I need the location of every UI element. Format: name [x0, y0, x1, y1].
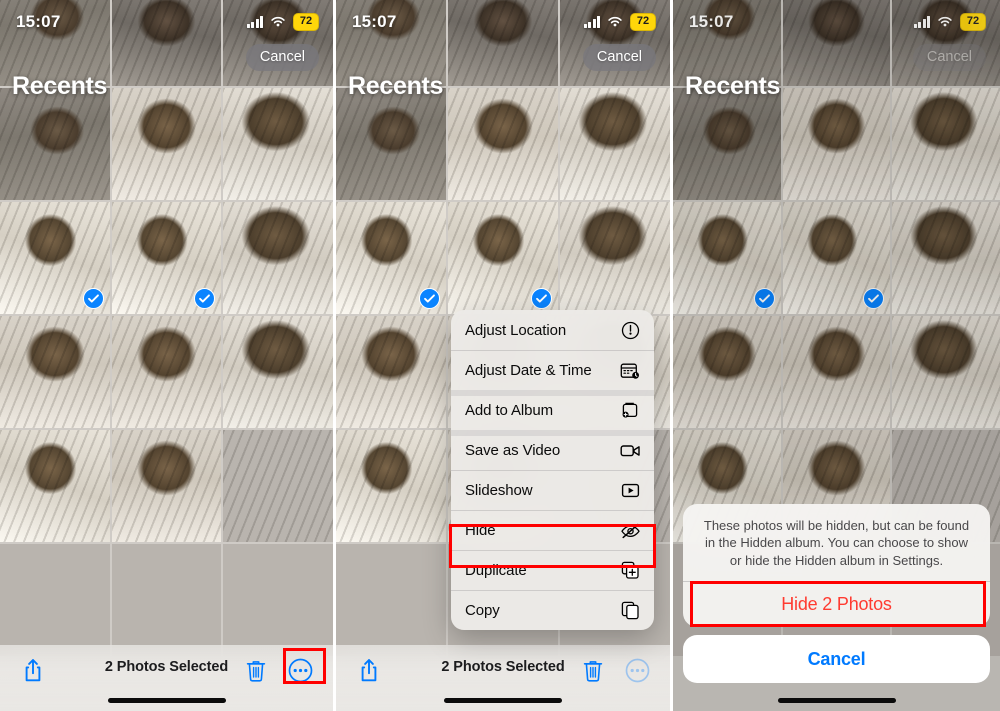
selection-check-icon — [753, 288, 775, 309]
video-camera-icon — [619, 439, 641, 461]
menu-item-label: Duplicate — [465, 561, 527, 579]
menu-item-hide[interactable]: Hide — [451, 510, 654, 550]
photo-thumbnail[interactable] — [448, 88, 558, 200]
photo-thumbnail-selected[interactable] — [111, 202, 222, 314]
photo-thumbnail[interactable] — [223, 0, 333, 86]
menu-item-slideshow[interactable]: Slideshow — [451, 470, 654, 510]
photo-thumbnail[interactable] — [336, 430, 446, 542]
home-indicator — [107, 698, 226, 703]
photo-thumbnail[interactable] — [673, 88, 781, 200]
eye-slash-icon — [619, 519, 641, 541]
action-sheet-card: These photos will be hidden, but can be … — [683, 504, 990, 627]
menu-item-label: Hide — [465, 521, 496, 539]
more-ellipsis-icon[interactable] — [622, 655, 652, 685]
selection-check-icon — [419, 288, 440, 309]
menu-item-add-to-album[interactable]: Add to Album — [451, 390, 654, 430]
menu-item-save-as-video[interactable]: Save as Video — [451, 430, 654, 470]
photo-thumbnail[interactable] — [892, 0, 1000, 86]
photo-thumbnail[interactable] — [673, 316, 781, 428]
panel-menu: 15:07 72 Cancel Recents Adjust Location … — [333, 0, 670, 711]
photo-thumbnail[interactable] — [111, 430, 222, 542]
photo-thumbnail[interactable] — [223, 88, 333, 200]
duplicate-icon — [619, 559, 641, 581]
photo-grid — [0, 0, 333, 711]
menu-item-duplicate[interactable]: Duplicate — [451, 550, 654, 590]
menu-item-label: Add to Album — [465, 401, 554, 419]
photo-thumbnail-selected[interactable] — [782, 202, 891, 314]
photo-thumbnail[interactable] — [223, 202, 333, 314]
cancel-button[interactable]: Cancel — [582, 44, 656, 71]
action-sheet-cancel-button[interactable]: Cancel — [683, 635, 990, 683]
menu-item-adjust-location[interactable]: Adjust Location — [451, 310, 654, 350]
photo-thumbnail[interactable] — [111, 544, 222, 656]
action-sheet: These photos will be hidden, but can be … — [683, 504, 990, 683]
menu-item-label: Adjust Date & Time — [465, 361, 592, 379]
photo-thumbnail[interactable] — [560, 0, 670, 86]
photo-thumbnail[interactable] — [892, 316, 1000, 428]
cancel-button[interactable]: Cancel — [912, 44, 986, 71]
photo-thumbnail[interactable] — [336, 316, 446, 428]
selected-count-label: 2 Photos Selected — [441, 659, 565, 675]
selection-check-icon — [531, 288, 552, 309]
photo-thumbnail-selected[interactable] — [448, 202, 558, 314]
screenshot-board: 15:07 72 Cancel Recents 2 Photos Selecte… — [0, 0, 1000, 711]
photo-thumbnail[interactable] — [448, 0, 558, 86]
context-menu: Adjust Location Adjust Date & Time Add t… — [451, 310, 654, 630]
panel-select: 15:07 72 Cancel Recents 2 Photos Selecte… — [0, 0, 333, 711]
photo-thumbnail-selected[interactable] — [336, 202, 446, 314]
menu-item-label: Adjust Location — [465, 321, 567, 339]
action-sheet-message: These photos will be hidden, but can be … — [703, 518, 970, 568]
photo-thumbnail[interactable] — [782, 88, 891, 200]
selection-check-icon — [82, 288, 104, 309]
photo-thumbnail[interactable] — [111, 0, 222, 86]
menu-item-label: Save as Video — [465, 441, 561, 459]
selected-count-label: 2 Photos Selected — [104, 659, 229, 675]
photo-thumbnail[interactable] — [892, 88, 1000, 200]
photo-thumbnail[interactable] — [223, 316, 333, 428]
menu-item-label: Copy — [465, 601, 500, 619]
menu-item-label: Slideshow — [465, 481, 533, 499]
photo-thumbnail[interactable] — [892, 202, 1000, 314]
add-to-album-icon — [619, 399, 641, 421]
home-indicator — [444, 698, 562, 703]
photo-thumbnail[interactable] — [223, 544, 333, 656]
home-indicator — [777, 698, 896, 703]
hide-photos-button[interactable]: Hide 2 Photos — [683, 581, 990, 627]
page-title: Recents — [12, 72, 108, 100]
photo-thumbnail[interactable] — [336, 88, 446, 200]
photo-thumbnail[interactable] — [223, 430, 333, 542]
menu-item-copy[interactable]: Copy — [451, 590, 654, 630]
photo-thumbnail[interactable] — [0, 316, 110, 428]
photo-thumbnail[interactable] — [0, 430, 110, 542]
selection-toolbar: 2 Photos Selected — [0, 645, 333, 711]
panel-confirm: 15:07 72 Cancel Recents These photos wil… — [670, 0, 1000, 711]
play-box-icon — [619, 479, 641, 501]
photo-thumbnail[interactable] — [0, 88, 110, 200]
photo-thumbnail[interactable] — [111, 88, 222, 200]
page-title: Recents — [348, 72, 444, 100]
photo-thumbnail-selected[interactable] — [673, 202, 781, 314]
location-clock-icon — [619, 319, 641, 341]
photo-thumbnail-selected[interactable] — [0, 202, 110, 314]
photo-thumbnail[interactable] — [560, 88, 670, 200]
photo-thumbnail[interactable] — [560, 202, 670, 314]
photo-thumbnail[interactable] — [782, 0, 891, 86]
photo-thumbnail[interactable] — [111, 316, 222, 428]
photo-thumbnail[interactable] — [336, 544, 446, 656]
cancel-button[interactable]: Cancel — [245, 44, 319, 71]
calendar-clock-icon — [619, 359, 641, 381]
menu-item-adjust-date-time[interactable]: Adjust Date & Time — [451, 350, 654, 390]
page-title: Recents — [685, 72, 781, 100]
photo-thumbnail[interactable] — [0, 544, 110, 656]
photo-thumbnail[interactable] — [782, 316, 891, 428]
selection-toolbar: 2 Photos Selected — [336, 645, 670, 711]
copy-icon — [619, 599, 641, 621]
